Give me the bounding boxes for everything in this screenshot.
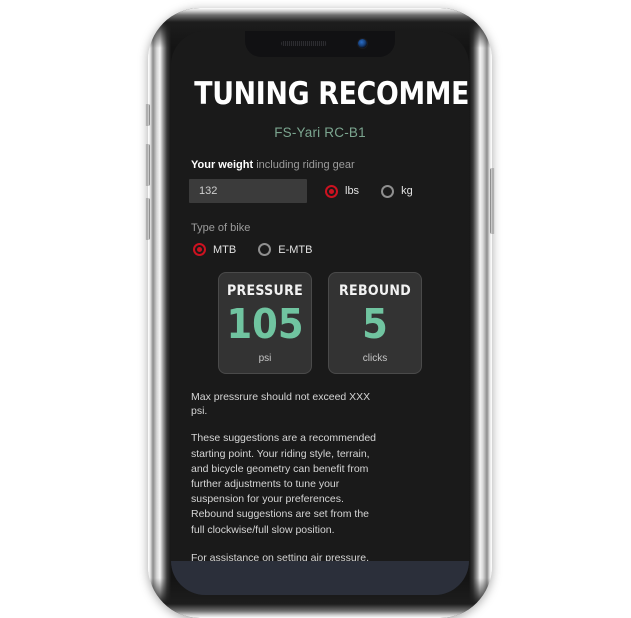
power-button[interactable] [490,168,495,234]
product-name: FS-Yari RC-B1 [274,125,366,140]
bike-type-radio-group: MTB E-MTB [193,243,451,256]
disclaimer-text: These suggestions are a recommended star… [191,432,377,536]
bike-type-label-mtb: MTB [213,243,237,256]
pressure-card-unit: psi [258,353,272,365]
weight-unit-label-lbs: lbs [345,185,360,197]
weight-label-bold: Your weight [191,159,254,171]
bike-type-option-mtb[interactable]: MTB [193,243,236,256]
radio-empty-icon [258,243,272,256]
page-title: TUNING RECOMMENDATION [194,76,469,112]
front-camera-icon [358,39,367,48]
rebound-card-value: 5 [362,300,388,348]
radio-selected-icon [325,184,338,198]
weight-input[interactable] [189,179,307,203]
weight-field-label: Your weight including riding gear [191,159,451,171]
volume-up-button[interactable] [145,144,150,186]
app-content: TUNING RECOMMENDATION FS-Yari RC-B1 Your… [171,31,469,595]
weight-unit-option-kg[interactable]: kg [381,184,413,198]
bike-type-label: Type of bike [191,222,251,234]
weight-unit-radio-group: lbs kg [325,184,413,198]
app-scroll-area: TUNING RECOMMENDATION FS-Yari RC-B1 Your… [189,31,469,595]
results-cards: PRESSURE 105 psi REBOUND 5 clicks [189,272,451,375]
volume-down-button[interactable] [145,198,150,240]
weight-input-row: lbs kg [189,179,451,203]
bike-type-label-emtb: E-MTB [278,243,313,256]
max-pressure-note: Max pressrure should not exceed XXX psi. [191,391,371,418]
phone-device-frame: TUNING RECOMMENDATION FS-Yari RC-B1 Your… [145,8,495,618]
bike-type-option-emtb[interactable]: E-MTB [258,243,312,256]
mute-switch-button[interactable] [145,104,150,126]
pressure-result-card: PRESSURE 105 psi [218,272,312,375]
phone-screen: TUNING RECOMMENDATION FS-Yari RC-B1 Your… [171,31,469,595]
radio-empty-icon [381,184,395,198]
rebound-card-title: REBOUND [339,283,411,299]
weight-unit-option-lbs[interactable]: lbs [325,184,360,198]
bottom-band [171,561,469,595]
rebound-result-card: REBOUND 5 clicks [328,272,422,375]
speaker-grille-icon [281,41,327,46]
pressure-card-value: 105 [226,300,304,348]
weight-label-rest: including riding gear [253,159,355,171]
device-notch [245,31,395,57]
weight-unit-label-kg: kg [401,185,413,197]
radio-selected-icon [193,243,206,256]
pressure-card-title: PRESSURE [227,283,303,299]
rebound-card-unit: clicks [362,353,388,365]
